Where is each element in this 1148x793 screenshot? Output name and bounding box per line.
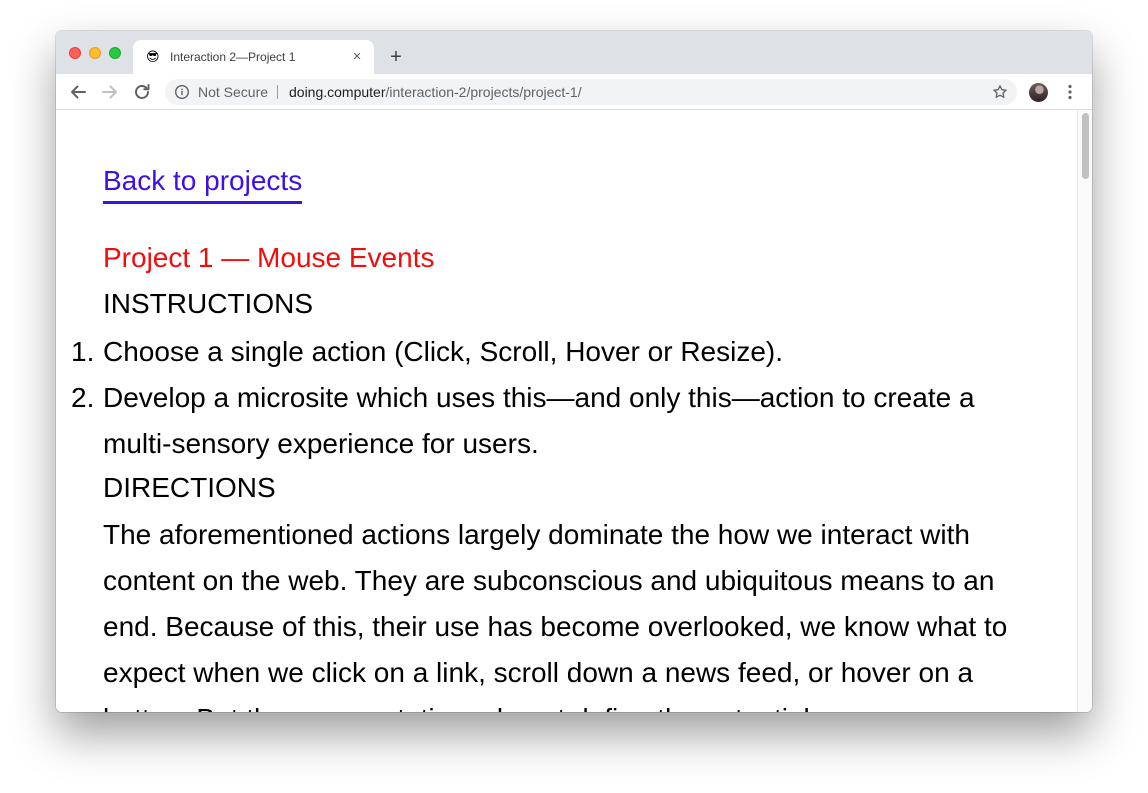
url-text[interactable]: doing.computer/interaction-2/projects/pr… (289, 84, 582, 100)
scrollbar-thumb[interactable] (1082, 113, 1089, 179)
security-label[interactable]: Not Secure (198, 84, 268, 100)
url-host: doing.computer (289, 84, 386, 100)
tab-active[interactable]: 😎 Interaction 2—Project 1 × (133, 40, 374, 74)
browser-toolbar: Not Secure doing.computer/interaction-2/… (56, 74, 1092, 110)
instruction-number: 1. (71, 336, 95, 367)
tab-title: Interaction 2—Project 1 (170, 50, 296, 64)
kebab-menu-icon[interactable] (1062, 82, 1078, 102)
back-to-projects-link[interactable]: Back to projects (103, 161, 303, 204)
tab-strip: 😎 Interaction 2—Project 1 × + (56, 31, 1092, 74)
new-tab-button[interactable]: + (384, 45, 408, 69)
reload-icon[interactable] (130, 80, 154, 104)
minimize-window-button[interactable] (89, 47, 101, 59)
url-path: /interaction-2/projects/project-1/ (385, 84, 582, 100)
instruction-item: 2. Develop a microsite which uses this—an… (71, 375, 1043, 467)
back-arrow-icon[interactable] (66, 80, 90, 104)
instruction-text: Develop a microsite which uses this—and … (103, 382, 975, 459)
instructions-heading: INSTRUCTIONS (103, 288, 313, 319)
forward-arrow-icon[interactable] (98, 80, 122, 104)
tab-close-icon[interactable]: × (348, 48, 366, 66)
directions-heading: DIRECTIONS (103, 472, 276, 503)
page-viewport[interactable]: Back to projects Project 1 — Mouse Event… (56, 110, 1092, 712)
info-icon[interactable] (174, 84, 190, 100)
close-window-button[interactable] (69, 47, 81, 59)
vertical-scrollbar[interactable] (1077, 110, 1092, 712)
project-title: Project 1 — Mouse Events (103, 242, 435, 273)
instruction-text: Choose a single action (Click, Scroll, H… (103, 336, 784, 367)
profile-avatar[interactable] (1029, 83, 1048, 102)
instruction-item: 1. Choose a single action (Click, Scroll,… (71, 329, 1043, 375)
maximize-window-button[interactable] (109, 47, 121, 59)
instruction-number: 2. (71, 382, 95, 413)
instructions-list: 1. Choose a single action (Click, Scroll,… (71, 329, 1043, 467)
tab-favicon-icon: 😎 (146, 49, 160, 64)
browser-window: 😎 Interaction 2—Project 1 × + Not Secure… (56, 31, 1092, 712)
directions-paragraph: The aforementioned actions largely domin… (103, 519, 1008, 712)
address-bar[interactable]: Not Secure doing.computer/interaction-2/… (165, 79, 1017, 105)
omnibox-divider (277, 85, 278, 99)
star-icon[interactable] (992, 84, 1008, 100)
